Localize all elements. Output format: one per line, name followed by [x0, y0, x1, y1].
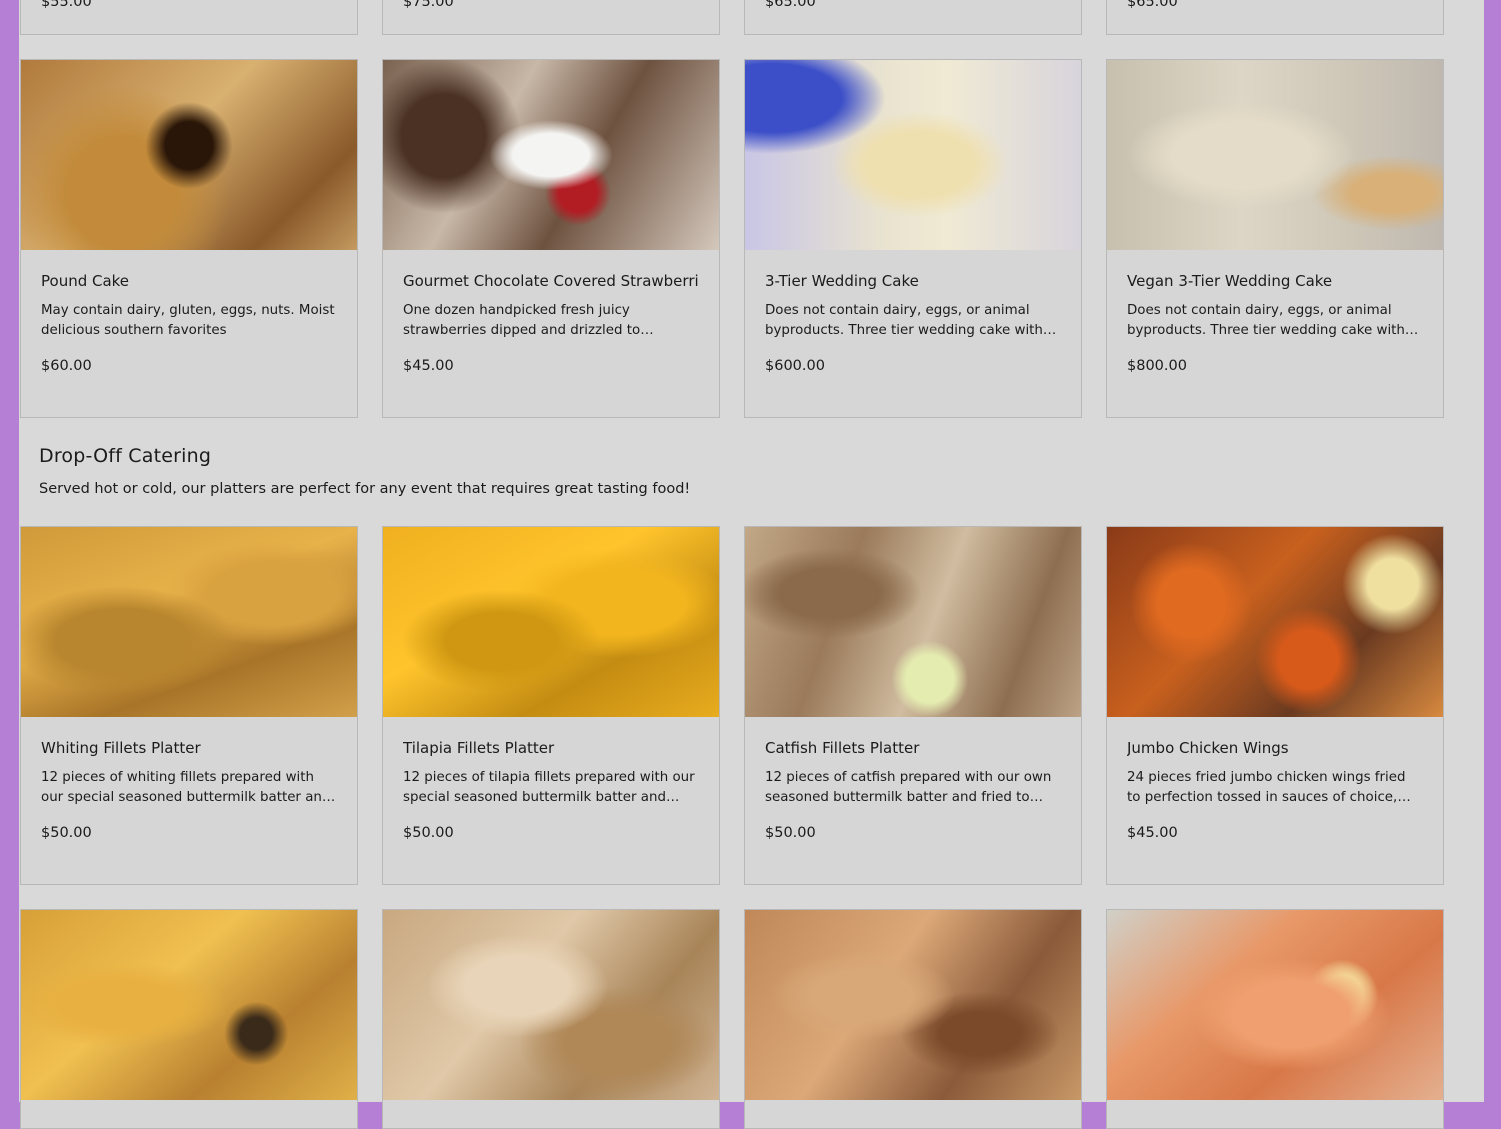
section-subtitle: Served hot or cold, our platters are per…: [39, 481, 691, 497]
product-description: One dozen handpicked fresh juicy strawbe…: [403, 303, 641, 338]
product-card[interactable]: $55.00: [20, 0, 358, 35]
product-card-strawberries[interactable]: Gourmet Chocolate Covered Strawberries O…: [382, 59, 720, 418]
product-description: 12 pieces of whiting fillets prepared wi…: [41, 770, 331, 805]
product-card-whiting[interactable]: Whiting Fillets Platter 12 pieces of whi…: [20, 526, 358, 885]
product-description: Does not contain dairy, eggs, or animal …: [765, 303, 1043, 338]
product-description: 12 pieces of catfish prepared with our o…: [765, 770, 1052, 805]
product-card[interactable]: [382, 909, 720, 1129]
product-card[interactable]: [744, 909, 1082, 1129]
section-title: Drop-Off Catering: [39, 445, 212, 467]
product-card[interactable]: $65.00: [1106, 0, 1444, 35]
product-price: $600.00: [765, 358, 825, 374]
product-card[interactable]: $75.00: [382, 0, 720, 35]
product-price: $800.00: [1127, 358, 1187, 374]
product-price: $60.00: [41, 358, 92, 374]
product-price: $50.00: [41, 825, 92, 841]
product-image[interactable]: [383, 910, 719, 1100]
product-title[interactable]: Whiting Fillets Platter: [41, 738, 337, 758]
product-title[interactable]: Gourmet Chocolate Covered Strawberries: [403, 271, 699, 291]
product-card-tilapia[interactable]: Tilapia Fillets Platter 12 pieces of til…: [382, 526, 720, 885]
product-card-wedding-cake[interactable]: 3-Tier Wedding Cake Does not contain dai…: [744, 59, 1082, 418]
whiting-platter-image[interactable]: [21, 527, 357, 717]
product-card-pound-cake[interactable]: Pound Cake May contain dairy, gluten, eg…: [20, 59, 358, 418]
product-price: $75.00: [403, 0, 454, 10]
product-card[interactable]: $65.00: [744, 0, 1082, 35]
catfish-platter-image[interactable]: [745, 527, 1081, 717]
product-title[interactable]: Vegan 3-Tier Wedding Cake: [1127, 271, 1423, 291]
product-title[interactable]: Pound Cake: [41, 271, 337, 291]
product-image[interactable]: [21, 910, 357, 1100]
product-description: 12 pieces of tilapia fillets prepared wi…: [403, 770, 695, 805]
vegan-wedding-cake-image[interactable]: [1107, 60, 1443, 250]
wedding-cake-image[interactable]: [745, 60, 1081, 250]
product-price: $50.00: [765, 825, 816, 841]
product-grid-bottom: [20, 909, 1445, 1129]
product-card[interactable]: [1106, 909, 1444, 1129]
product-grid-top: $55.00 $75.00 $65.00 $65.00: [20, 0, 1445, 35]
product-grid-desserts: Pound Cake May contain dairy, gluten, eg…: [20, 59, 1445, 418]
product-image[interactable]: [745, 910, 1081, 1100]
tilapia-platter-image[interactable]: [383, 527, 719, 717]
product-price: $65.00: [765, 0, 816, 10]
product-price: $45.00: [403, 358, 454, 374]
product-card-vegan-wedding-cake[interactable]: Vegan 3-Tier Wedding Cake Does not conta…: [1106, 59, 1444, 418]
product-description: May contain dairy, gluten, eggs, nuts. M…: [41, 303, 335, 338]
product-card[interactable]: [20, 909, 358, 1129]
product-price: $50.00: [403, 825, 454, 841]
product-title[interactable]: Jumbo Chicken Wings: [1127, 738, 1423, 758]
chicken-wings-image[interactable]: [1107, 527, 1443, 717]
product-title[interactable]: Tilapia Fillets Platter: [403, 738, 699, 758]
product-description: 24 pieces fried jumbo chicken wings frie…: [1127, 770, 1406, 805]
product-card-chicken-wings[interactable]: Jumbo Chicken Wings 24 pieces fried jumb…: [1106, 526, 1444, 885]
product-price: $65.00: [1127, 0, 1178, 10]
product-price: $55.00: [41, 0, 92, 10]
product-price: $45.00: [1127, 825, 1178, 841]
strawberries-image[interactable]: [383, 60, 719, 250]
product-card-catfish[interactable]: Catfish Fillets Platter 12 pieces of cat…: [744, 526, 1082, 885]
pound-cake-image[interactable]: [21, 60, 357, 250]
product-image[interactable]: [1107, 910, 1443, 1100]
product-grid-catering: Whiting Fillets Platter 12 pieces of whi…: [20, 526, 1445, 885]
product-description: Does not contain dairy, eggs, or animal …: [1127, 303, 1405, 338]
product-title[interactable]: 3-Tier Wedding Cake: [765, 271, 1061, 291]
product-title[interactable]: Catfish Fillets Platter: [765, 738, 1061, 758]
